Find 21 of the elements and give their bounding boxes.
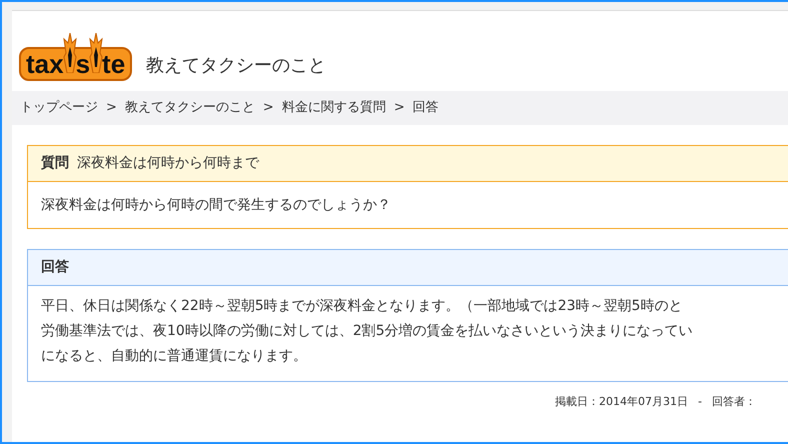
answer-label: 回答: [41, 258, 69, 277]
footer-separator: -: [698, 394, 702, 410]
logo-text: s: [76, 49, 90, 79]
breadcrumb-separator: >: [106, 99, 117, 118]
flame-icon: [62, 33, 77, 73]
answerer-label: 回答者：: [712, 394, 756, 410]
logo-text: tax: [26, 49, 64, 79]
breadcrumb-link[interactable]: 教えてタクシーのこと: [124, 98, 255, 118]
flame-icon: [89, 33, 104, 73]
breadcrumb-link[interactable]: 料金に関する質問: [282, 98, 386, 118]
site-title: 教えてタクシーのこと: [146, 54, 326, 78]
breadcrumb-separator: >: [394, 99, 405, 118]
breadcrumb-link[interactable]: トップページ: [20, 98, 98, 118]
breadcrumb-separator: >: [262, 99, 274, 118]
question-title: 深夜料金は何時から何時まで: [77, 154, 259, 173]
answer-text: 平日、休日は関係なく22時～翌朝5時までが深夜料金となります。（一部地域では23時～翌朝5時のと 労働基準法では、夜10時以降の労働に対しては、2割5分増の賃金を払いなさいという決まりになってい になると、自動的に普通運賃になります。: [41, 297, 693, 366]
logo[interactable]: tax s te: [19, 33, 132, 81]
question-text: 深夜料金は何時から何時の間で発生するのでしょうか？: [40, 196, 392, 214]
question-label: 質問: [41, 154, 69, 173]
posted-date: 掲載日：2014年07月31日: [555, 394, 688, 410]
logo-text: te: [102, 49, 126, 79]
